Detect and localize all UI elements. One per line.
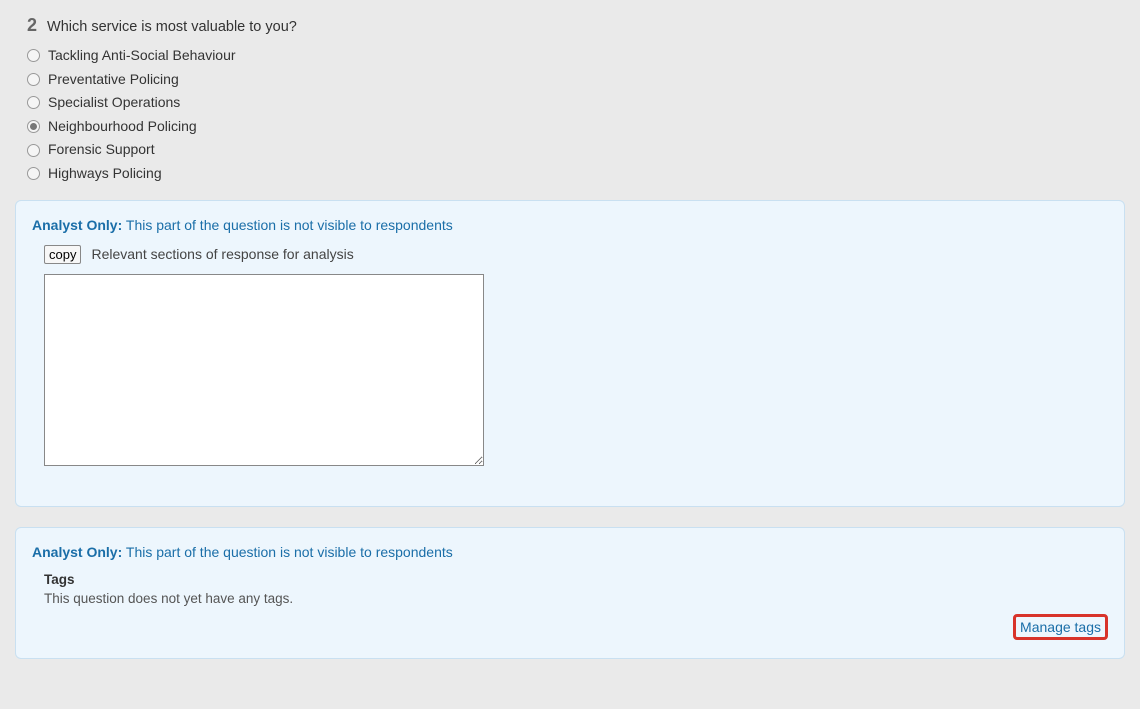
- copy-button[interactable]: copy: [44, 245, 81, 264]
- option-row[interactable]: Neighbourhood Policing: [27, 117, 1125, 137]
- analyst-heading: Analyst Only: This part of the question …: [32, 544, 1108, 560]
- analysis-textarea[interactable]: [44, 274, 484, 466]
- copy-row: copy Relevant sections of response for a…: [44, 245, 1108, 264]
- tags-title: Tags: [44, 572, 1108, 587]
- option-label: Preventative Policing: [48, 70, 179, 90]
- tags-block: Tags This question does not yet have any…: [44, 572, 1108, 606]
- radio-icon[interactable]: [27, 96, 40, 109]
- option-label: Forensic Support: [48, 140, 155, 160]
- radio-icon[interactable]: [27, 49, 40, 62]
- option-row[interactable]: Highways Policing: [27, 164, 1125, 184]
- option-row[interactable]: Preventative Policing: [27, 70, 1125, 90]
- radio-icon[interactable]: [27, 120, 40, 133]
- analyst-heading-sub: This part of the question is not visible…: [126, 217, 453, 233]
- question-options: Tackling Anti-Social Behaviour Preventati…: [15, 46, 1125, 184]
- analyst-heading-label: Analyst Only:: [32, 544, 122, 560]
- option-label: Specialist Operations: [48, 93, 180, 113]
- radio-icon[interactable]: [27, 167, 40, 180]
- option-row[interactable]: Forensic Support: [27, 140, 1125, 160]
- page-root: 2 Which service is most valuable to you?…: [0, 0, 1140, 709]
- question-text: Which service is most valuable to you?: [47, 19, 297, 35]
- option-row[interactable]: Specialist Operations: [27, 93, 1125, 113]
- option-label: Neighbourhood Policing: [48, 117, 197, 137]
- copy-description: Relevant sections of response for analys…: [91, 246, 353, 262]
- question-header: 2 Which service is most valuable to you?: [15, 15, 1125, 36]
- radio-icon[interactable]: [27, 73, 40, 86]
- manage-tags-link[interactable]: Manage tags: [1013, 614, 1108, 640]
- analyst-heading: Analyst Only: This part of the question …: [32, 217, 1108, 233]
- analyst-heading-label: Analyst Only:: [32, 217, 122, 233]
- analyst-heading-sub: This part of the question is not visible…: [126, 544, 453, 560]
- option-label: Highways Policing: [48, 164, 162, 184]
- radio-icon[interactable]: [27, 144, 40, 157]
- analyst-panel-tags: Analyst Only: This part of the question …: [15, 527, 1125, 659]
- option-row[interactable]: Tackling Anti-Social Behaviour: [27, 46, 1125, 66]
- analyst-panel-analysis: Analyst Only: This part of the question …: [15, 200, 1125, 507]
- question-number: 2: [27, 15, 37, 36]
- tags-empty-message: This question does not yet have any tags…: [44, 591, 1108, 606]
- manage-tags-row: Manage tags: [32, 614, 1108, 640]
- option-label: Tackling Anti-Social Behaviour: [48, 46, 236, 66]
